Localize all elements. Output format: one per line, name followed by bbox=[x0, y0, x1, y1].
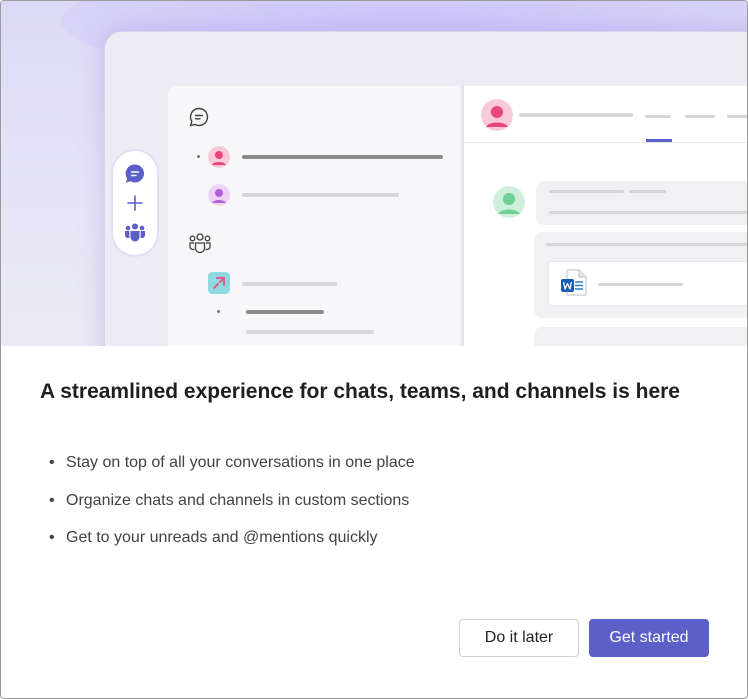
chat-icon bbox=[124, 163, 146, 185]
avatar bbox=[208, 184, 230, 206]
feature-list-item: Get to your unreads and @mentions quickl… bbox=[47, 528, 415, 566]
placeholder-line bbox=[546, 243, 747, 246]
placeholder-line bbox=[242, 282, 337, 286]
teams-section-icon bbox=[189, 233, 211, 254]
placeholder-line bbox=[549, 211, 747, 214]
do-it-later-button[interactable]: Do it later bbox=[459, 619, 579, 657]
hero-illustration bbox=[1, 1, 747, 346]
word-document-icon bbox=[561, 269, 587, 296]
chat-section-icon bbox=[189, 107, 209, 127]
team-avatar bbox=[208, 272, 230, 294]
unread-dot bbox=[197, 155, 200, 158]
feature-list: Stay on top of all your conversations in… bbox=[47, 453, 415, 566]
illustration-app-rail bbox=[113, 151, 157, 255]
avatar bbox=[481, 99, 513, 131]
placeholder-tab bbox=[727, 115, 747, 118]
teams-icon bbox=[124, 222, 146, 244]
placeholder-tab bbox=[645, 115, 671, 118]
placeholder-line bbox=[246, 330, 374, 334]
avatar bbox=[493, 186, 525, 218]
add-icon bbox=[124, 192, 146, 214]
onboarding-dialog: A streamlined experience for chats, team… bbox=[0, 0, 748, 699]
placeholder-line bbox=[598, 283, 683, 286]
placeholder-line bbox=[519, 113, 633, 117]
placeholder-line bbox=[629, 190, 666, 193]
feature-list-item: Stay on top of all your conversations in… bbox=[47, 453, 415, 491]
placeholder-line bbox=[242, 193, 399, 197]
message-bubble bbox=[536, 181, 747, 225]
illustration-chat-list-panel bbox=[168, 86, 460, 346]
header-divider bbox=[464, 142, 747, 143]
placeholder-line bbox=[549, 190, 624, 193]
placeholder-line bbox=[242, 155, 443, 159]
message-bubble bbox=[534, 327, 747, 346]
get-started-button[interactable]: Get started bbox=[589, 619, 709, 657]
feature-list-item: Organize chats and channels in custom se… bbox=[47, 491, 415, 529]
placeholder-tab bbox=[685, 115, 715, 118]
dialog-content: A streamlined experience for chats, team… bbox=[1, 346, 747, 698]
placeholder-line bbox=[246, 310, 324, 314]
avatar bbox=[208, 146, 230, 168]
dialog-title: A streamlined experience for chats, team… bbox=[40, 380, 680, 403]
unread-dot bbox=[217, 310, 220, 313]
